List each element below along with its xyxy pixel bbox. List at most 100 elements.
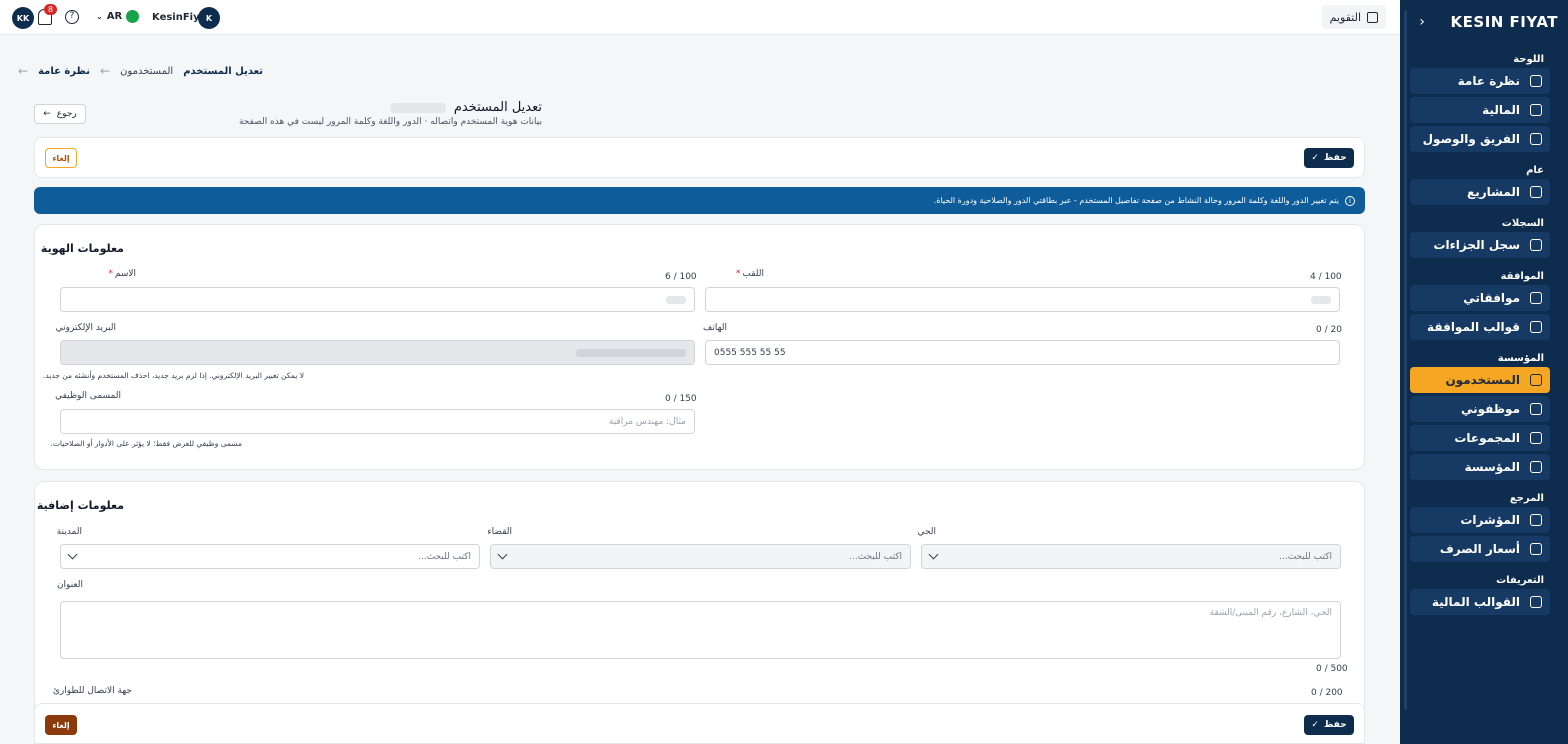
phone-label: الهاتف bbox=[703, 323, 727, 333]
sidebar-section-title: اللوحة bbox=[1513, 53, 1544, 65]
wallet-icon bbox=[1530, 104, 1542, 116]
back-button[interactable]: ← رجوع bbox=[34, 104, 86, 124]
sidebar-item[interactable]: المؤشرات bbox=[1410, 507, 1550, 533]
job-title-input[interactable]: مثال: مهندس مراقبة bbox=[60, 409, 695, 434]
sidebar-item-label: موظفوني bbox=[1460, 402, 1520, 416]
breadcrumb-overview[interactable]: نظرة عامة bbox=[38, 66, 90, 77]
surname-input[interactable] bbox=[705, 287, 1340, 312]
building-icon bbox=[1530, 461, 1542, 473]
district-label: القضاء bbox=[487, 527, 512, 537]
info-icon: i bbox=[1345, 195, 1355, 206]
sidebar-item-label: المجموعات bbox=[1454, 431, 1520, 445]
district-select[interactable]: اكتب للبحث... bbox=[490, 544, 911, 569]
sidebar-section-title: الموافقة bbox=[1500, 270, 1544, 282]
arrow-left-icon: ← bbox=[100, 64, 111, 78]
user-name-redacted bbox=[389, 102, 446, 113]
page-title-text: تعديل المستخدم bbox=[453, 100, 542, 115]
sidebar-item-label: المؤسسة bbox=[1464, 460, 1520, 474]
email-label: البريد الإلكتروني bbox=[55, 323, 116, 333]
identity-card: معلومات الهوية الاسم* 6 / 100 اللقب* 4 /… bbox=[34, 224, 1365, 470]
sidebar-item[interactable]: نظرة عامة bbox=[1410, 68, 1550, 94]
sidebar-section-title: التعريفات bbox=[1496, 574, 1544, 586]
sidebar-item[interactable]: موافقاتي bbox=[1410, 285, 1550, 311]
email-hint: لا يمكن تغيير البريد الإلكتروني. إذا لزم… bbox=[42, 371, 304, 380]
sidebar-item-label: القوالب المالية bbox=[1431, 595, 1520, 609]
arrow-left-icon: ← bbox=[43, 109, 51, 119]
city-label: المدينة bbox=[56, 527, 82, 537]
sidebar-item[interactable]: موظفوني bbox=[1410, 396, 1550, 422]
bottom-action-bar: إلغاء ✓ حفظ bbox=[34, 703, 1365, 744]
save-button-bottom[interactable]: ✓ حفظ bbox=[1304, 715, 1354, 735]
brand-logo[interactable]: KESIN FIYAT bbox=[1451, 13, 1558, 31]
sidebar-item[interactable]: المشاريع bbox=[1410, 179, 1550, 205]
email-value-redacted bbox=[576, 348, 686, 357]
neighborhood-select[interactable]: اكتب للبحث... bbox=[921, 544, 1341, 569]
sidebar-item[interactable]: أسعار الصرف bbox=[1410, 536, 1550, 562]
city-placeholder: اكتب للبحث... bbox=[418, 551, 471, 562]
save-label: حفظ bbox=[1323, 153, 1347, 163]
sidebar-section-title: عام bbox=[1526, 164, 1544, 176]
external-icon bbox=[1530, 596, 1542, 608]
sidebar-item-label: أسعار الصرف bbox=[1439, 542, 1520, 556]
emergency-contact-label: جهة الاتصال للطوارئ bbox=[52, 686, 132, 696]
calendar-button[interactable]: التقويم bbox=[1321, 5, 1386, 29]
city-select[interactable]: اكتب للبحث... bbox=[60, 544, 480, 569]
name-label: الاسم* bbox=[108, 269, 136, 279]
sidebar-item[interactable]: الفريق والوصول bbox=[1410, 126, 1550, 152]
address-textarea[interactable]: الحي، الشارع، رقم المبنى/الشقة bbox=[60, 601, 1341, 659]
chevron-down-icon: ⌄ bbox=[96, 12, 103, 21]
save-label: حفظ bbox=[1323, 720, 1347, 730]
breadcrumb: ← نظرة عامة ← المستخدمون تعديل المستخدم bbox=[18, 64, 263, 78]
sidebar-section-title: السجلات bbox=[1501, 217, 1544, 229]
clipboard-icon bbox=[1530, 292, 1542, 304]
address-label: العنوان bbox=[56, 580, 83, 590]
sidebar-item-label: سجل الجزاءات bbox=[1433, 238, 1521, 252]
back-label: رجوع bbox=[56, 109, 77, 119]
sidebar-item[interactable]: المجموعات bbox=[1410, 425, 1550, 451]
chevron-left-icon[interactable]: ‹ bbox=[1412, 14, 1432, 30]
emergency-contact-counter: 0 / 200 bbox=[1311, 688, 1343, 698]
user-icon bbox=[1530, 374, 1542, 386]
action-bar: إلغاء ✓ حفظ bbox=[34, 137, 1365, 178]
language-code: AR bbox=[106, 11, 123, 22]
phone-input[interactable]: 0555 555 55 55 bbox=[705, 340, 1340, 365]
district-placeholder: اكتب للبحث... bbox=[849, 551, 902, 562]
sidebar-item[interactable]: القوالب المالية bbox=[1410, 589, 1550, 615]
sidebar-scrollbar[interactable] bbox=[1404, 10, 1407, 710]
breadcrumb-current: تعديل المستخدم bbox=[183, 65, 263, 77]
sidebar-item[interactable]: المؤسسة bbox=[1410, 454, 1550, 480]
job-title-label: المسمى الوظيفي bbox=[55, 391, 121, 401]
cancel-button-bottom[interactable]: إلغاء bbox=[45, 715, 77, 735]
document-icon bbox=[1530, 239, 1542, 251]
sidebar-item-label: موافقاتي bbox=[1463, 291, 1520, 305]
chevron-down-icon bbox=[928, 549, 939, 560]
sidebar-item[interactable]: المستخدمون bbox=[1410, 367, 1550, 393]
sidebar-item[interactable]: قوالب الموافقة bbox=[1410, 314, 1550, 340]
language-selector[interactable]: ⌄ AR bbox=[96, 10, 140, 23]
surname-value-redacted bbox=[1311, 295, 1331, 304]
name-input[interactable] bbox=[60, 287, 695, 312]
identity-title: معلومات الهوية bbox=[40, 242, 124, 255]
flag-icon bbox=[126, 10, 140, 23]
breadcrumb-users[interactable]: المستخدمون bbox=[120, 66, 173, 77]
user-avatar[interactable]: KK bbox=[12, 7, 34, 29]
company-avatar[interactable]: K bbox=[198, 7, 220, 29]
sidebar-item-label: المالية bbox=[1482, 103, 1520, 117]
save-button[interactable]: ✓ حفظ bbox=[1304, 148, 1354, 168]
surname-counter: 4 / 100 bbox=[1310, 272, 1342, 282]
cancel-button[interactable]: إلغاء bbox=[45, 148, 77, 168]
sidebar-item[interactable]: سجل الجزاءات bbox=[1410, 232, 1550, 258]
notification-badge: 8 bbox=[44, 4, 58, 15]
branch-icon bbox=[1530, 321, 1542, 333]
sidebar-section-title: المؤسسة bbox=[1497, 352, 1544, 364]
neighborhood-placeholder: اكتب للبحث... bbox=[1279, 551, 1332, 562]
job-title-counter: 0 / 150 bbox=[665, 394, 697, 404]
help-icon[interactable]: ? bbox=[65, 10, 79, 24]
name-value-redacted bbox=[666, 295, 686, 304]
sidebar-item[interactable]: المالية bbox=[1410, 97, 1550, 123]
name-counter: 6 / 100 bbox=[665, 272, 697, 282]
chart-icon bbox=[1530, 514, 1542, 526]
address-counter: 0 / 500 bbox=[1316, 664, 1348, 674]
check-icon: ✓ bbox=[1311, 720, 1319, 730]
top-bar: KK 8 ? ⌄ AR KesinFiyat K التقويم bbox=[0, 0, 1400, 35]
